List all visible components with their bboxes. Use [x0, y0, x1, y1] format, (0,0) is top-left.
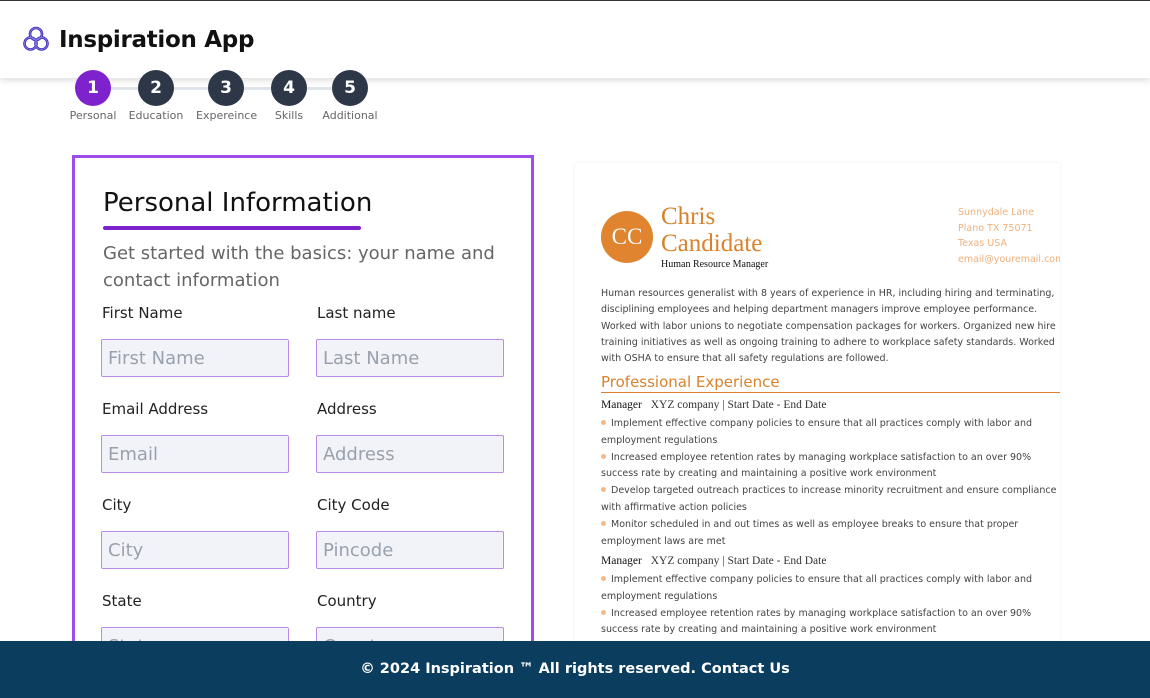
resume-preview: CC Chris Candidate Human Resource Manage…: [575, 163, 1060, 653]
section-title: Professional Experience: [601, 373, 780, 391]
job-entry: Manager XYZ company | Start Date - End D…: [601, 399, 1060, 550]
resume-contact: Sunnydale Lane Plano TX 75071 Texas USA …: [958, 205, 1060, 267]
step-number: 3: [208, 70, 244, 106]
step-number: 4: [271, 70, 307, 106]
first-name-input[interactable]: [101, 339, 289, 377]
step-label: Skills: [274, 109, 304, 122]
last-name-label: Last name: [317, 304, 396, 322]
job-bullet: Increased employee retention rates by ma…: [601, 606, 1060, 640]
job-bullet: Increased employee retention rates by ma…: [601, 450, 1060, 484]
job-entry: Manager XYZ company | Start Date - End D…: [601, 555, 1060, 639]
bullet-dot-icon: [601, 520, 606, 526]
bullet-dot-icon: [601, 487, 606, 493]
bullet-text: Implement effective company policies to …: [601, 574, 1032, 602]
copyright-text: © 2024 Inspiration ™ All rights reserved…: [360, 661, 697, 677]
address-input[interactable]: [316, 435, 504, 473]
bullet-text: Implement effective company policies to …: [601, 418, 1032, 446]
form-title: Personal Information: [103, 188, 373, 218]
form-subtitle: Get started with the basics: your name a…: [103, 243, 495, 291]
triquetra-knot-icon[interactable]: [22, 25, 50, 53]
address-label: Address: [317, 400, 377, 418]
bullet-dot-icon: [601, 576, 606, 581]
contact-us-link[interactable]: Contact Us: [701, 661, 790, 677]
step-personal[interactable]: 1 Personal: [63, 70, 123, 122]
section-divider: [601, 392, 1060, 393]
step-number: 5: [332, 70, 368, 106]
bullet-text: Monitor scheduled in and out times as we…: [601, 518, 1019, 547]
job-company: XYZ company | Start Date - End Date: [650, 555, 827, 567]
job-bullet: Implement effective company policies to …: [601, 416, 1060, 450]
bullet-dot-icon: [601, 609, 606, 615]
resume-summary: Human resources generalist with 8 years …: [601, 288, 1056, 365]
bullet-dot-icon: [601, 453, 606, 459]
step-label: Personal: [69, 109, 117, 122]
step-number: 1: [75, 70, 111, 106]
job-bullet: Implement effective company policies to …: [601, 572, 1060, 606]
state-label: State: [102, 592, 142, 610]
progress-stepper: 1 Personal 2 Education 3 Expereince 4 Sk…: [60, 70, 400, 130]
resume-role: Human Resource Manager: [661, 259, 769, 270]
resume-country: Texas USA: [958, 238, 1007, 249]
step-skills[interactable]: 4 Skills: [259, 70, 319, 122]
last-name-input[interactable]: [316, 339, 504, 377]
country-label: Country: [317, 592, 377, 610]
job-bullet: Develop targeted outreach practices to i…: [601, 483, 1060, 517]
personal-info-form: Personal Information Get started with th…: [72, 155, 534, 675]
bullet-text: Increased employee retention rates by ma…: [601, 607, 1032, 636]
bullet-dot-icon: [601, 420, 606, 425]
first-name-label: First Name: [102, 304, 183, 322]
job-bullet: Monitor scheduled in and out times as we…: [601, 517, 1060, 551]
resume-street: Sunnydale Lane: [958, 207, 1035, 218]
resume-email: email@youremail.com: [958, 253, 1060, 265]
city-code-label: City Code: [317, 496, 390, 514]
top-navbar: Inspiration App: [0, 0, 1150, 78]
city-label: City: [102, 496, 132, 514]
email-input[interactable]: [101, 435, 289, 473]
title-underline: [103, 226, 361, 230]
step-label: Expereince: [196, 109, 258, 122]
bullet-text: Develop targeted outreach practices to i…: [601, 485, 1057, 513]
job-header: Manager XYZ company | Start Date - End D…: [601, 399, 1060, 416]
step-additional[interactable]: 5 Additional: [320, 70, 380, 122]
resume-name: Chris Candidate: [661, 203, 763, 257]
email-label: Email Address: [102, 400, 209, 418]
resume-city: Plano TX 75071: [958, 222, 1033, 234]
job-title: Manager: [601, 399, 642, 411]
step-education[interactable]: 2 Education: [126, 70, 186, 122]
bullet-text: Increased employee retention rates by ma…: [601, 451, 1032, 480]
page-footer: © 2024 Inspiration ™ All rights reserved…: [0, 641, 1150, 698]
pincode-input[interactable]: [316, 531, 504, 569]
app-title[interactable]: Inspiration App: [59, 27, 254, 53]
job-title: Manager: [601, 555, 642, 567]
step-experience[interactable]: 3 Expereince: [196, 70, 258, 122]
job-company: XYZ company | Start Date - End Date: [650, 399, 827, 411]
avatar: CC: [601, 211, 653, 263]
step-label: Additional: [322, 109, 378, 122]
step-label: Education: [128, 109, 184, 122]
city-input[interactable]: [101, 531, 289, 569]
step-number: 2: [138, 70, 174, 106]
job-header: Manager XYZ company | Start Date - End D…: [601, 555, 1060, 572]
